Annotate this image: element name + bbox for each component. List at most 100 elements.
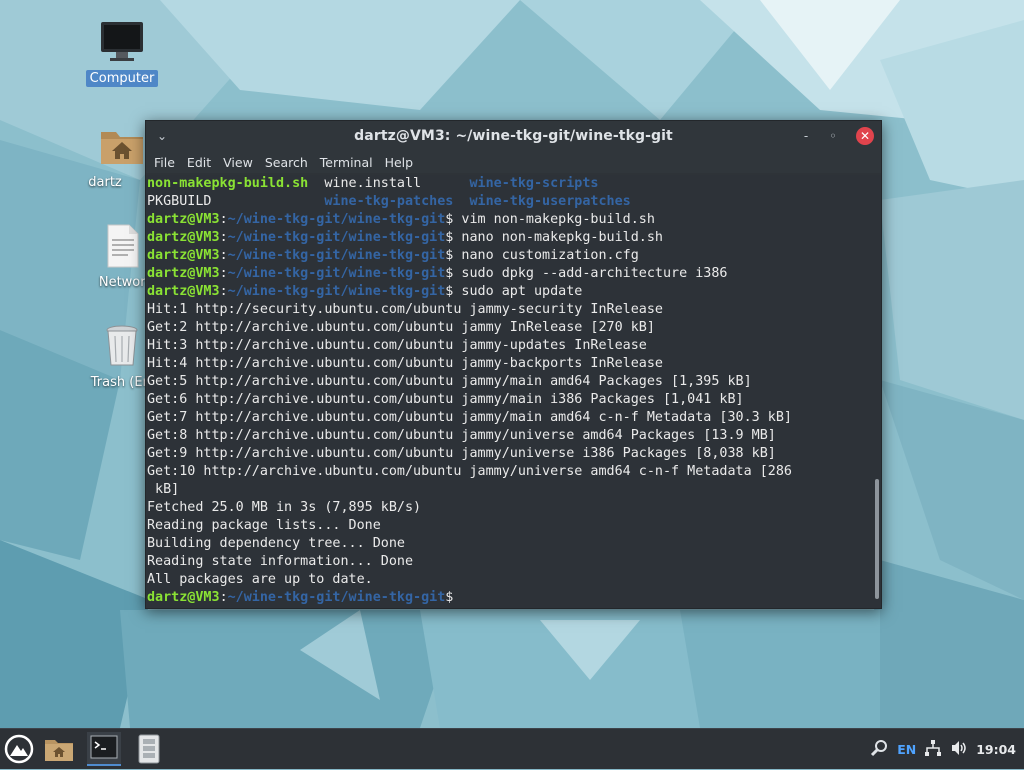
prompt-user: dartz@VM3 [147,284,220,299]
terminal-task-button[interactable] [87,732,121,766]
output-text: Reading package lists... Done [147,518,381,533]
command-text [453,590,461,605]
prompt-path: ~/wine-tkg-git/wine-tkg-git [227,212,446,227]
output-text: Get:8 http://archive.ubuntu.com/ubuntu j… [147,428,776,443]
terminal-output-line: non-makepkg-build.sh wine.install wine-t… [146,175,881,193]
command-text: vim non-makepkg-build.sh [453,212,655,227]
output-text: wine-tkg-patches wine-tkg-userpatches [324,194,631,209]
output-text: Building dependency tree... Done [147,536,405,551]
terminal-output-line: Hit:3 http://archive.ubuntu.com/ubuntu j… [146,337,881,355]
file-manager-button[interactable] [42,732,76,766]
menu-terminal[interactable]: Terminal [314,155,379,170]
terminal-output-line: Get:6 http://archive.ubuntu.com/ubuntu j… [146,391,881,409]
prompt-user: dartz@VM3 [147,230,220,245]
search-icon[interactable] [869,738,889,761]
terminal-output-line: Get:8 http://archive.ubuntu.com/ubuntu j… [146,427,881,445]
terminal-icon [90,735,118,759]
prompt-user: dartz@VM3 [147,266,220,281]
archive-icon [138,734,160,764]
command-text: nano non-makepkg-build.sh [453,230,663,245]
menubar: File Edit View Search Terminal Help [146,151,881,173]
terminal-output-line: Get:10 http://archive.ubuntu.com/ubuntu … [146,463,881,481]
output-text: Get:9 http://archive.ubuntu.com/ubuntu j… [147,446,776,461]
terminal-window[interactable]: ⌄ dartz@VM3: ~/wine-tkg-git/wine-tkg-git… [145,120,882,609]
system-tray: EN 19:04 [869,729,1024,769]
desktop-icon-computer[interactable]: Computer [77,18,167,87]
terminal-prompt-line: dartz@VM3:~/wine-tkg-git/wine-tkg-git$ v… [147,212,655,227]
menu-help[interactable]: Help [379,155,420,170]
window-titlebar[interactable]: ⌄ dartz@VM3: ~/wine-tkg-git/wine-tkg-git… [146,121,881,151]
output-text: Get:2 http://archive.ubuntu.com/ubuntu j… [147,320,655,335]
output-text: PKGBUILD [147,194,325,209]
minimize-button[interactable]: - [796,126,816,146]
output-text: All packages are up to date. [147,572,373,587]
window-title: dartz@VM3: ~/wine-tkg-git/wine-tkg-git [354,128,673,144]
terminal-output-line: Building dependency tree... Done [146,535,881,553]
output-text: Get:10 http://archive.ubuntu.com/ubuntu … [147,464,792,479]
terminal-prompt-line: dartz@VM3:~/wine-tkg-git/wine-tkg-git$ [146,589,881,607]
document-icon [98,222,146,270]
terminal-output-line: Get:5 http://archive.ubuntu.com/ubuntu j… [146,373,881,391]
home-folder-icon [98,122,146,170]
volume-icon[interactable] [950,739,968,760]
terminal-output-line: Get:7 http://archive.ubuntu.com/ubuntu j… [146,409,881,427]
output-text: kB] [147,482,180,497]
output-text: Hit:1 http://security.ubuntu.com/ubuntu … [147,302,663,317]
computer-icon [98,18,146,66]
output-text: Hit:3 http://archive.ubuntu.com/ubuntu j… [147,338,647,353]
prompt-user: dartz@VM3 [147,248,220,263]
terminal-output-line: Hit:1 http://security.ubuntu.com/ubuntu … [146,301,881,319]
maximize-button[interactable]: ◦ [823,126,843,146]
archive-button[interactable] [132,732,166,766]
scrollbar-thumb[interactable] [875,479,879,599]
prompt-path: ~/wine-tkg-git/wine-tkg-git [227,248,446,263]
command-text: nano customization.cfg [453,248,639,263]
terminal-output-line: Reading package lists... Done [146,517,881,535]
command-text: sudo dpkg --add-architecture i386 [453,266,728,281]
desktop-icon-label: Computer [85,70,159,87]
terminal-output[interactable]: non-makepkg-build.sh wine.install wine-t… [146,175,881,608]
output-text: wine-tkg-scripts [469,176,599,191]
desktop-icon-label: dartz [88,175,122,190]
clock[interactable]: 19:04 [976,742,1016,757]
output-text: Get:6 http://archive.ubuntu.com/ubuntu j… [147,392,744,407]
close-button[interactable]: ✕ [856,127,874,145]
terminal-prompt-line: dartz@VM3:~/wine-tkg-git/wine-tkg-git$ s… [147,284,583,299]
output-text: Reading state information... Done [147,554,414,569]
trash-icon [98,322,146,370]
output-text: non-makepkg-build.sh [147,176,309,191]
prompt-user: dartz@VM3 [147,590,220,605]
terminal-output-line: Get:2 http://archive.ubuntu.com/ubuntu j… [146,319,881,337]
output-text: Hit:4 http://archive.ubuntu.com/ubuntu j… [147,356,663,371]
terminal-output-line: Hit:4 http://archive.ubuntu.com/ubuntu j… [146,355,881,373]
file-manager-icon [45,740,73,761]
app-menu-button[interactable] [2,732,36,766]
terminal-prompt-line: dartz@VM3:~/wine-tkg-git/wine-tkg-git$ n… [147,248,639,263]
menu-view[interactable]: View [217,155,259,170]
terminal-output-line: Reading state information... Done [146,553,881,571]
terminal-output-line: Fetched 25.0 MB in 3s (7,895 kB/s) [146,499,881,517]
menu-edit[interactable]: Edit [181,155,217,170]
prompt-path: ~/wine-tkg-git/wine-tkg-git [227,230,446,245]
terminal-output-line: PKGBUILD wine-tkg-patches wine-tkg-userp… [146,193,881,211]
prompt-path: ~/wine-tkg-git/wine-tkg-git [227,266,446,281]
network-icon[interactable] [924,739,942,760]
terminal-prompt-line: dartz@VM3:~/wine-tkg-git/wine-tkg-git$ n… [147,230,663,245]
output-text: Fetched 25.0 MB in 3s (7,895 kB/s) [147,500,422,515]
menu-file[interactable]: File [148,155,181,170]
keyboard-layout-indicator[interactable]: EN [897,742,916,757]
terminal-output-line: All packages are up to date. [146,571,881,589]
terminal-output-line: Get:9 http://archive.ubuntu.com/ubuntu j… [146,445,881,463]
output-text: Get:7 http://archive.ubuntu.com/ubuntu j… [147,410,792,425]
terminal-output-line: kB] [146,481,881,499]
menu-search[interactable]: Search [259,155,314,170]
output-text: wine.install [308,176,470,191]
taskbar: EN 19:04 [0,728,1024,769]
terminal-prompt-line: dartz@VM3:~/wine-tkg-git/wine-tkg-git$ s… [147,266,728,281]
prompt-path: ~/wine-tkg-git/wine-tkg-git [227,590,446,605]
scrollbar[interactable] [875,179,879,599]
command-text: sudo apt update [453,284,583,299]
prompt-user: dartz@VM3 [147,212,220,227]
output-text: Get:5 http://archive.ubuntu.com/ubuntu j… [147,374,752,389]
app-menu-icon [4,734,34,764]
